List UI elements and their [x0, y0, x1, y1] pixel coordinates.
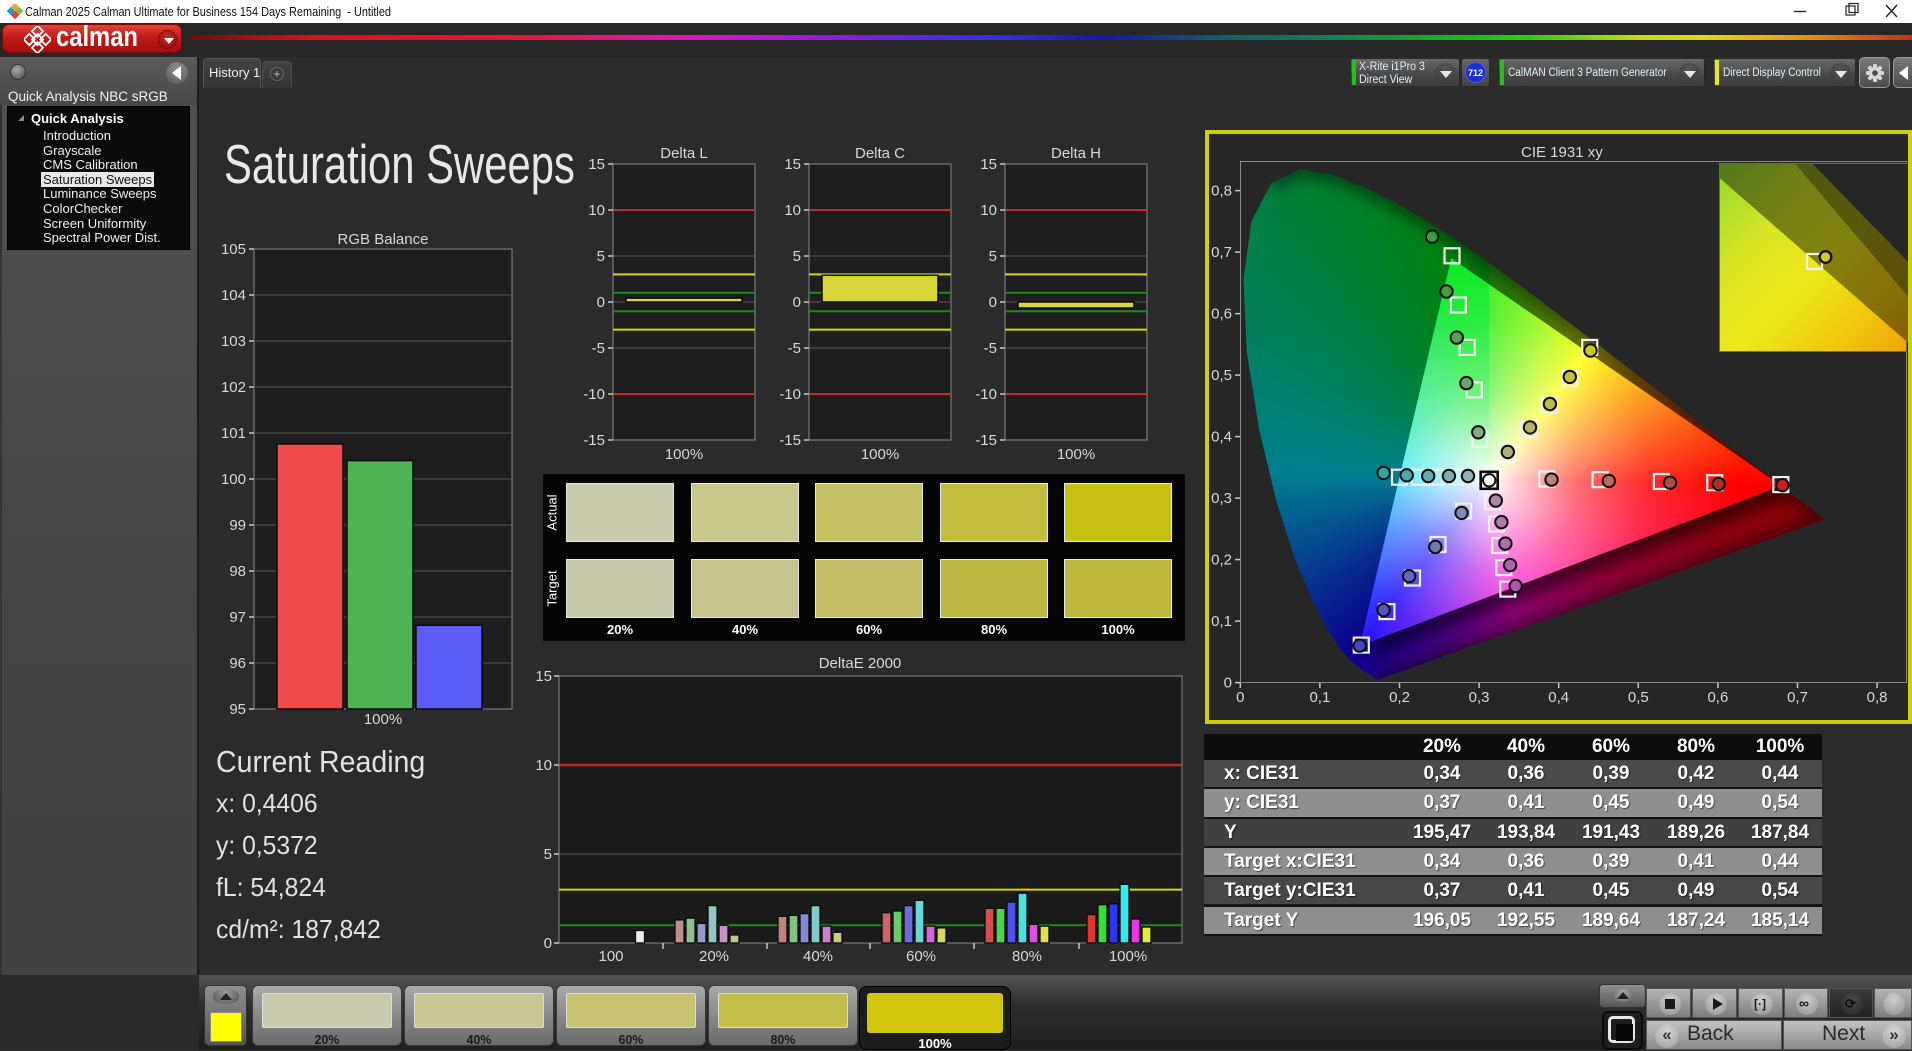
svg-text:DeltaE 2000: DeltaE 2000: [819, 655, 902, 672]
svg-text:5: 5: [793, 248, 801, 265]
svg-text:Delta C: Delta C: [855, 145, 905, 162]
svg-text:95: 95: [229, 701, 246, 718]
svg-text:98: 98: [229, 563, 246, 580]
svg-text:-15: -15: [779, 432, 801, 449]
svg-text:5: 5: [597, 248, 605, 265]
svg-text:100%: 100%: [1057, 446, 1095, 463]
svg-text:97: 97: [229, 609, 246, 626]
svg-text:-5: -5: [984, 340, 997, 357]
svg-text:0: 0: [597, 294, 605, 311]
svg-text:40%: 40%: [803, 948, 833, 965]
svg-text:10: 10: [784, 202, 801, 219]
svg-text:10: 10: [588, 202, 605, 219]
svg-text:-15: -15: [583, 432, 605, 449]
svg-text:100: 100: [598, 948, 623, 965]
svg-text:80%: 80%: [1012, 948, 1042, 965]
svg-text:100%: 100%: [364, 711, 402, 728]
svg-text:101: 101: [221, 425, 246, 442]
svg-text:100: 100: [221, 471, 246, 488]
svg-text:103: 103: [221, 333, 246, 350]
svg-text:-15: -15: [975, 432, 997, 449]
svg-text:-5: -5: [788, 340, 801, 357]
svg-text:100%: 100%: [1109, 948, 1147, 965]
svg-text:Delta L: Delta L: [660, 145, 708, 162]
svg-text:105: 105: [221, 241, 246, 258]
svg-text:-10: -10: [583, 386, 605, 403]
svg-text:99: 99: [229, 517, 246, 534]
svg-text:20%: 20%: [699, 948, 729, 965]
svg-text:5: 5: [544, 846, 552, 863]
svg-text:15: 15: [980, 156, 997, 173]
svg-text:RGB Balance: RGB Balance: [338, 231, 429, 248]
svg-text:5: 5: [989, 248, 997, 265]
svg-text:15: 15: [588, 156, 605, 173]
svg-text:102: 102: [221, 379, 246, 396]
svg-text:-5: -5: [592, 340, 605, 357]
svg-text:10: 10: [980, 202, 997, 219]
svg-text:96: 96: [229, 655, 246, 672]
svg-text:-10: -10: [975, 386, 997, 403]
svg-text:0: 0: [544, 935, 552, 952]
svg-text:Delta H: Delta H: [1051, 145, 1101, 162]
svg-text:60%: 60%: [906, 948, 936, 965]
svg-text:0: 0: [793, 294, 801, 311]
svg-text:10: 10: [535, 757, 552, 774]
svg-text:100%: 100%: [665, 446, 703, 463]
svg-text:15: 15: [784, 156, 801, 173]
svg-text:-10: -10: [779, 386, 801, 403]
svg-text:104: 104: [221, 287, 246, 304]
svg-text:15: 15: [535, 668, 552, 685]
svg-text:0: 0: [989, 294, 997, 311]
svg-text:100%: 100%: [861, 446, 899, 463]
